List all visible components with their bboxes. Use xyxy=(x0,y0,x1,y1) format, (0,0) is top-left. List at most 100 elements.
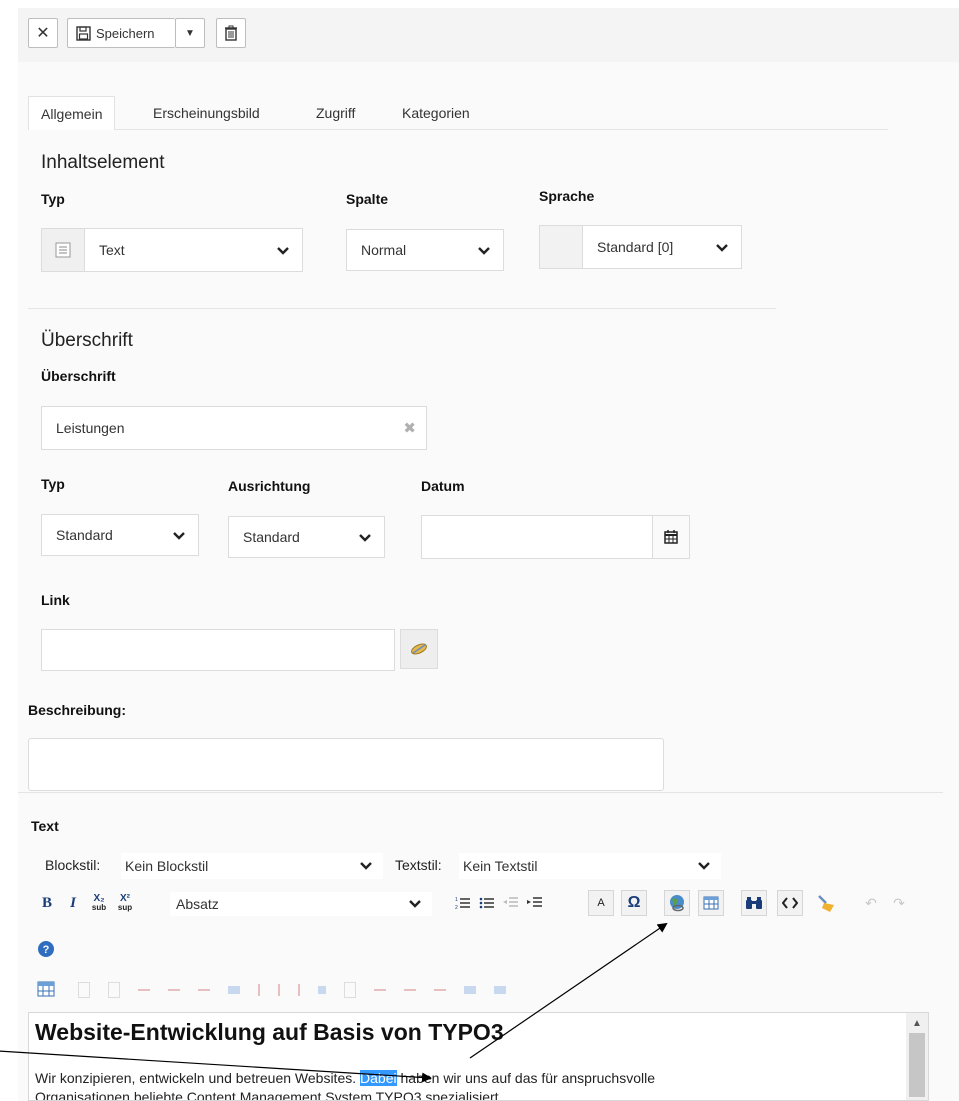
save-button[interactable]: Speichern xyxy=(67,18,175,48)
table-properties-button[interactable] xyxy=(33,976,59,1002)
redo-button[interactable]: ↷ xyxy=(886,890,912,916)
undo-button[interactable]: ↶ xyxy=(858,890,884,916)
col-split-icon xyxy=(318,986,326,994)
tab-label: Zugriff xyxy=(316,105,356,121)
format-select[interactable]: Absatz xyxy=(170,892,432,916)
datum-label: Datum xyxy=(421,478,465,494)
paragraph-text: Organisationen beliebte Content Manageme… xyxy=(35,1089,503,1101)
format-value: Absatz xyxy=(176,896,219,912)
source-code-button[interactable] xyxy=(777,890,803,916)
scroll-up-arrow[interactable]: ▲ xyxy=(906,1013,928,1033)
bold-icon: B xyxy=(41,894,52,911)
delete-button[interactable] xyxy=(216,18,246,48)
text-color-button[interactable]: A xyxy=(588,890,614,916)
undo-icon: ↶ xyxy=(865,894,877,911)
outdent-icon xyxy=(503,897,518,907)
help-icon: ? xyxy=(38,941,54,957)
ausrichtung-select[interactable]: Standard xyxy=(228,516,385,558)
ordered-list-icon: 12 xyxy=(455,897,470,910)
outdent-button[interactable] xyxy=(498,890,524,916)
textstil-select[interactable]: Kein Textstil xyxy=(459,853,721,879)
editor-heading: Website-Entwicklung auf Basis von TYPO3 xyxy=(35,1019,504,1045)
bold-button[interactable]: B xyxy=(34,890,60,916)
spalte-label: Spalte xyxy=(346,191,389,207)
floppy-disk-icon xyxy=(76,25,91,41)
svg-text:?: ? xyxy=(43,944,50,956)
chevron-down-icon xyxy=(698,862,710,870)
blockstil-select[interactable]: Kein Blockstil xyxy=(121,853,383,879)
content-type-icon-box xyxy=(41,228,85,272)
typ-label: Typ xyxy=(41,191,65,207)
superscript-icon: X² xyxy=(120,893,130,904)
chevron-down-icon xyxy=(360,862,372,870)
tab-kategorien[interactable]: Kategorien xyxy=(390,96,482,130)
cell-insert-icon xyxy=(374,989,386,991)
scrollbar-thumb[interactable] xyxy=(909,1033,925,1097)
tab-erscheinungsbild[interactable]: Erscheinungsbild xyxy=(141,96,272,130)
text-content-icon xyxy=(55,242,71,258)
row-split-icon xyxy=(198,989,210,991)
col-properties-icon xyxy=(258,984,260,996)
row-move-icon xyxy=(138,989,150,991)
help-button[interactable]: ? xyxy=(33,936,59,962)
table-grid-icon xyxy=(37,981,55,997)
typ-select[interactable]: Text xyxy=(84,228,303,272)
text-color-icon: A xyxy=(597,897,605,909)
sprache-select[interactable]: Standard [0] xyxy=(582,225,742,269)
selected-text: Dabei xyxy=(360,1070,397,1086)
header-typ-select[interactable]: Standard xyxy=(41,514,199,556)
tab-zugriff[interactable]: Zugriff xyxy=(304,96,367,130)
section-divider xyxy=(28,308,776,309)
close-button[interactable]: ✕ xyxy=(28,18,58,48)
svg-text:1: 1 xyxy=(455,897,458,903)
redo-icon: ↷ xyxy=(893,894,905,911)
link-label: Link xyxy=(41,592,70,608)
indent-button[interactable] xyxy=(522,890,548,916)
save-options-dropdown[interactable]: ▼ xyxy=(175,18,205,48)
beschreibung-textarea[interactable] xyxy=(28,738,664,791)
ausrichtung-select-value: Standard xyxy=(243,529,300,545)
clear-icon[interactable]: ✖ xyxy=(403,419,416,437)
ordered-list-button[interactable]: 12 xyxy=(450,890,476,916)
chevron-down-icon xyxy=(277,247,289,255)
calendar-button[interactable] xyxy=(652,515,690,559)
spalte-select[interactable]: Normal xyxy=(346,229,504,271)
header-typ-select-value: Standard xyxy=(56,527,113,543)
blockstil-value: Kein Blockstil xyxy=(125,858,209,874)
globe-link-icon xyxy=(670,895,684,912)
superscript-button[interactable]: X² sup xyxy=(112,890,138,916)
insert-link-button[interactable] xyxy=(664,890,690,916)
section-title-ueberschrift: Überschrift xyxy=(41,330,133,351)
unordered-list-button[interactable] xyxy=(474,890,500,916)
sprache-label: Sprache xyxy=(539,188,595,204)
subscript-button[interactable]: X₂ sub xyxy=(86,890,112,916)
omega-icon: Ω xyxy=(627,894,641,911)
svg-text:2: 2 xyxy=(455,905,458,910)
ueberschrift-input[interactable]: Leistungen ✖ xyxy=(41,406,427,450)
ueberschrift-input-value: Leistungen xyxy=(56,420,125,436)
clean-format-button[interactable] xyxy=(813,890,839,916)
tab-allgemein[interactable]: Allgemein xyxy=(28,96,116,130)
table-tools-disabled xyxy=(78,982,598,998)
binoculars-icon xyxy=(746,897,762,909)
table-icon xyxy=(703,896,719,910)
editor-scrollbar[interactable]: ▲ xyxy=(906,1013,928,1100)
find-replace-button[interactable] xyxy=(741,890,767,916)
chevron-down-icon xyxy=(173,532,185,540)
indent-icon xyxy=(527,897,542,907)
spalte-select-value: Normal xyxy=(361,242,407,258)
rte-editor[interactable]: Website-Entwicklung auf Basis von TYPO3 … xyxy=(28,1012,929,1101)
link-input[interactable] xyxy=(41,629,395,671)
row-properties-icon xyxy=(78,982,90,998)
insert-table-button[interactable] xyxy=(698,890,724,916)
broom-icon xyxy=(818,895,834,912)
chevron-down-icon xyxy=(478,247,490,255)
italic-button[interactable]: I xyxy=(60,890,86,916)
sprache-select-value: Standard [0] xyxy=(597,239,674,255)
datum-input[interactable] xyxy=(421,515,653,559)
link-browser-button[interactable] xyxy=(400,629,438,669)
ausrichtung-label: Ausrichtung xyxy=(228,478,311,494)
subscript-caption: sub xyxy=(91,903,107,912)
section-title-inhaltselement: Inhaltselement xyxy=(41,152,165,173)
special-char-button[interactable]: Ω xyxy=(621,890,647,916)
